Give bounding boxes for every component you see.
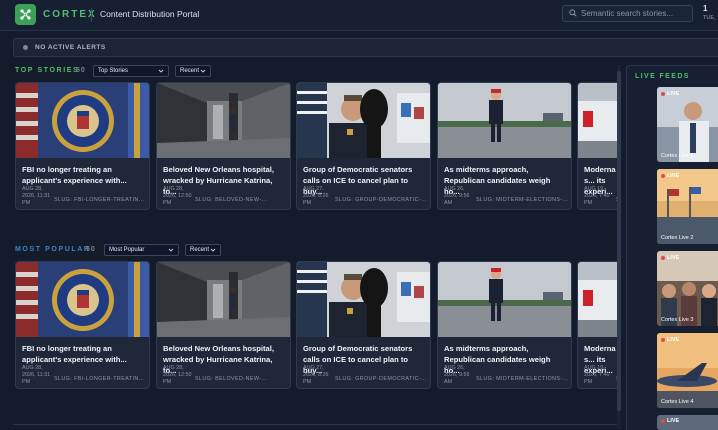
story-date: AUG 28, 2026, 12:50 PM bbox=[163, 186, 192, 206]
story-slug: SLUG: BELOVED-NEW-... bbox=[195, 197, 268, 203]
alert-status-text: NO ACTIVE ALERTS bbox=[35, 44, 106, 51]
most-popular-title: MOST POPULAR bbox=[15, 246, 91, 253]
most-popular-sort-value: Recent bbox=[190, 247, 210, 253]
story-date: AUG 26, 2026, 9:56 AM bbox=[444, 365, 470, 385]
top-header: CORTEX Content Distribution Portal 1 TUE… bbox=[0, 0, 718, 31]
live-feed-4[interactable]: LIVE Cortex Live 4 bbox=[657, 333, 718, 408]
chevron-down-icon bbox=[210, 248, 216, 252]
moderna-building-thumbnail bbox=[578, 262, 617, 337]
story-date: AUG 19, 2026, 7:40 PM bbox=[584, 365, 610, 385]
live-feed-name: Cortex Live 1 bbox=[661, 153, 694, 159]
chevron-down-icon bbox=[158, 69, 164, 73]
scrollbar-thumb[interactable] bbox=[617, 71, 621, 411]
top-stories-filter-value: Top Stories bbox=[98, 68, 129, 74]
moderna-building-thumbnail bbox=[578, 83, 617, 158]
popular-card-hospital[interactable]: Beloved New Orleans hospital, wracked by… bbox=[156, 261, 291, 389]
popular-card-moderna[interactable]: Moderna s... its experi... AUG 19, 2026,… bbox=[577, 261, 617, 389]
live-indicator: LIVE bbox=[661, 337, 679, 343]
story-date: AUG 28, 2026, 12:50 PM bbox=[163, 365, 192, 385]
hospital-corridor-thumbnail bbox=[157, 83, 290, 158]
popular-card-ice[interactable]: Group of Democratic senators calls on IC… bbox=[296, 261, 431, 389]
chevron-down-icon bbox=[200, 69, 206, 73]
stories-scrollbar[interactable] bbox=[617, 65, 621, 429]
story-card-hospital[interactable]: Beloved New Orleans hospital, wracked by… bbox=[156, 82, 291, 210]
top-stories-filter-select[interactable]: Top Stories bbox=[93, 65, 169, 77]
live-feed-thumbnail bbox=[657, 251, 718, 326]
live-indicator: LIVE bbox=[661, 255, 679, 261]
top-stories-title: TOP STORIES bbox=[15, 67, 80, 74]
story-date: AUG 19, 2026, 7:40 PM bbox=[584, 186, 610, 206]
story-date: AUG 28, 2026, 11:31 PM bbox=[22, 186, 51, 206]
semantic-search[interactable] bbox=[562, 5, 693, 22]
alert-status-dot bbox=[23, 45, 28, 50]
story-card-fbi[interactable]: FBI no longer treating an applicant's ex… bbox=[15, 82, 150, 210]
live-feed-3[interactable]: LIVE Cortex Live 3 bbox=[657, 251, 718, 326]
story-slug: SLUG: FBI-LONGER-TREATING-... bbox=[54, 197, 146, 203]
most-popular-count: 50 bbox=[86, 246, 96, 253]
chevron-down-icon bbox=[168, 248, 174, 252]
brand-name: CORTEX bbox=[43, 9, 97, 20]
top-stories-sort-select[interactable]: Recent bbox=[175, 65, 211, 77]
live-feed-thumbnail bbox=[657, 169, 718, 244]
most-popular-filter-value: Most Popular bbox=[109, 247, 145, 253]
clock-date: TUE, bbox=[703, 15, 716, 21]
portal-title: Content Distribution Portal bbox=[100, 9, 200, 19]
story-card-midterms[interactable]: As midterms approach, Republican candida… bbox=[437, 82, 572, 210]
network-icon bbox=[20, 9, 31, 20]
hospital-corridor-thumbnail bbox=[157, 262, 290, 337]
popular-card-fbi[interactable]: FBI no longer treating an applicant's ex… bbox=[15, 261, 150, 389]
top-stories-count: 50 bbox=[76, 67, 86, 74]
story-date: AUG 26, 2026, 9:56 AM bbox=[444, 186, 470, 206]
live-feed-thumbnail bbox=[657, 87, 718, 162]
live-feed-thumbnail bbox=[657, 333, 718, 408]
next-section-edge bbox=[13, 424, 617, 430]
story-slug: SLUG: MIDTERM-ELECTIONS-... bbox=[476, 197, 568, 203]
politician-tarmac-thumbnail bbox=[438, 83, 571, 158]
story-slug: SLUG: MIDTERM-ELECTIONS-... bbox=[476, 376, 568, 382]
cortex-logo[interactable] bbox=[15, 4, 36, 25]
story-date: AUG 27, 2026, 8:26 PM bbox=[303, 186, 329, 206]
live-feeds-panel: LIVE FEEDS LIVE Cortex Live 1 LIVE Corte… bbox=[626, 65, 718, 430]
live-feed-name: Cortex Live 4 bbox=[661, 399, 694, 405]
alerts-bar: NO ACTIVE ALERTS bbox=[13, 38, 718, 57]
story-slug: SLUG: FBI-LONGER-TREATING-... bbox=[54, 376, 146, 382]
live-indicator: LIVE bbox=[661, 418, 679, 424]
live-feed-1[interactable]: LIVE Cortex Live 1 bbox=[657, 87, 718, 162]
header-divider bbox=[91, 8, 92, 22]
officer-glove-thumbnail bbox=[297, 262, 430, 337]
politician-tarmac-thumbnail bbox=[438, 262, 571, 337]
story-slug: SLUG: GROUP-DEMOCRATIC-... bbox=[335, 197, 427, 203]
live-indicator: LIVE bbox=[661, 91, 679, 97]
live-feeds-title: LIVE FEEDS bbox=[635, 73, 690, 80]
story-slug: SLUG: BELOVED-NEW-... bbox=[195, 376, 268, 382]
top-stories-sort-value: Recent bbox=[180, 68, 200, 74]
search-icon bbox=[569, 9, 577, 17]
live-feed-5[interactable]: LIVE bbox=[657, 415, 718, 430]
clock-time: 1 bbox=[703, 4, 708, 13]
fbi-seal-thumbnail bbox=[16, 262, 149, 337]
live-feed-2[interactable]: LIVE Cortex Live 2 bbox=[657, 169, 718, 244]
search-input[interactable] bbox=[581, 7, 689, 20]
most-popular-filter-select[interactable]: Most Popular bbox=[104, 244, 179, 256]
story-card-ice[interactable]: Group of Democratic senators calls on IC… bbox=[296, 82, 431, 210]
live-feed-name: Cortex Live 3 bbox=[661, 317, 694, 323]
story-headline: FBI no longer treating an applicant's ex… bbox=[22, 344, 127, 364]
live-indicator: LIVE bbox=[661, 173, 679, 179]
story-slug: SLUG: GROUP-DEMOCRATIC-... bbox=[335, 376, 427, 382]
story-headline: FBI no longer treating an applicant's ex… bbox=[22, 165, 127, 185]
story-date: AUG 28, 2026, 11:31 PM bbox=[22, 365, 51, 385]
popular-card-midterms[interactable]: As midterms approach, Republican candida… bbox=[437, 261, 572, 389]
story-date: AUG 27, 2026, 8:26 PM bbox=[303, 365, 329, 385]
live-feed-name: Cortex Live 2 bbox=[661, 235, 694, 241]
fbi-seal-thumbnail bbox=[16, 83, 149, 158]
story-card-moderna[interactable]: Moderna s... its experi... AUG 19, 2026,… bbox=[577, 82, 617, 210]
officer-glove-thumbnail bbox=[297, 83, 430, 158]
most-popular-sort-select[interactable]: Recent bbox=[185, 244, 221, 256]
